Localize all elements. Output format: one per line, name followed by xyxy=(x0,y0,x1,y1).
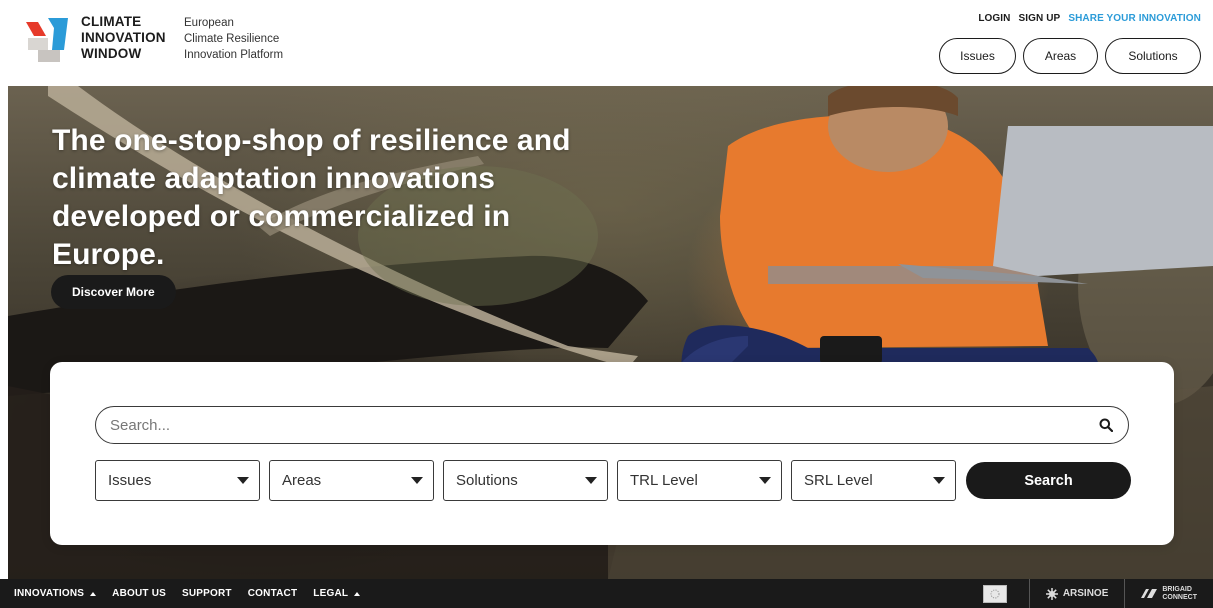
arsinoe-mark-icon xyxy=(1045,587,1058,600)
brand-line-3: WINDOW xyxy=(81,46,142,61)
nav-areas-button[interactable]: Areas xyxy=(1023,38,1098,74)
solutions-select[interactable]: Solutions xyxy=(443,460,608,501)
areas-select-label: Areas xyxy=(282,472,322,489)
chevron-down-icon xyxy=(411,477,423,484)
issues-select-label: Issues xyxy=(108,472,152,489)
brigaid-mark-icon xyxy=(1141,589,1158,598)
chevron-up-icon xyxy=(354,591,361,596)
arsinoe-logo[interactable]: ARSINOE xyxy=(1030,587,1125,600)
issues-select[interactable]: Issues xyxy=(95,460,260,501)
discover-more-button[interactable]: Discover More xyxy=(51,275,176,309)
search-button[interactable]: Search xyxy=(966,462,1131,499)
arsinoe-label: ARSINOE xyxy=(1062,588,1109,599)
solutions-select-label: Solutions xyxy=(456,472,518,489)
footer-legal-label: LEGAL xyxy=(313,588,349,599)
chevron-up-icon xyxy=(90,591,97,596)
footer-contact-link[interactable]: CONTACT xyxy=(248,588,298,599)
nav-issues-button[interactable]: Issues xyxy=(939,38,1016,74)
chevron-down-icon xyxy=(759,477,771,484)
brand-tagline: European Climate Resilience Innovation P… xyxy=(184,15,283,63)
search-bar[interactable] xyxy=(95,406,1129,444)
footer-legal-link[interactable]: LEGAL xyxy=(313,588,361,599)
brand-line-2: INNOVATION xyxy=(81,30,166,45)
login-link[interactable]: LOGIN xyxy=(978,13,1010,24)
climate-innovation-window-logo[interactable] xyxy=(24,14,74,64)
chevron-down-icon xyxy=(933,477,945,484)
connect-label: CONNECT xyxy=(1162,593,1197,601)
brigaid-label: BRIGAID xyxy=(1162,586,1192,593)
trl-level-select[interactable]: TRL Level xyxy=(617,460,782,501)
areas-select[interactable]: Areas xyxy=(269,460,434,501)
chevron-down-icon xyxy=(237,477,249,484)
main-nav: Issues Areas Solutions xyxy=(939,38,1201,74)
nav-solutions-button[interactable]: Solutions xyxy=(1105,38,1201,74)
eu-flag-icon xyxy=(982,584,1007,603)
partner-logos: ARSINOE BRIGAID CONNECT xyxy=(982,579,1213,608)
share-innovation-link[interactable]: SHARE YOUR INNOVATION xyxy=(1068,13,1201,24)
search-panel: Issues Areas Solutions TRL Level SRL Lev… xyxy=(50,362,1174,545)
tagline-line-1: European xyxy=(184,17,234,29)
footer-innovations-link[interactable]: INNOVATIONS xyxy=(14,588,97,599)
hero-title: The one-stop-shop of resilience and clim… xyxy=(52,124,571,271)
signup-link[interactable]: SIGN UP xyxy=(1019,13,1061,24)
filter-row: Issues Areas Solutions TRL Level SRL Lev… xyxy=(95,460,1131,501)
tagline-line-3: Innovation Platform xyxy=(184,49,284,61)
search-icon[interactable] xyxy=(1098,417,1114,433)
tagline-line-2: Climate Resilience xyxy=(184,33,280,45)
brand-name: CLIMATE INNOVATION WINDOW xyxy=(81,14,166,62)
chevron-down-icon xyxy=(585,477,597,484)
brigaid-connect-logo[interactable]: BRIGAID CONNECT xyxy=(1125,586,1213,601)
search-input[interactable] xyxy=(110,416,1098,434)
trl-level-select-label: TRL Level xyxy=(630,472,698,489)
footer-bar: INNOVATIONS ABOUT US SUPPORT CONTACT LEG… xyxy=(0,579,1213,608)
account-links: LOGIN SIGN UP SHARE YOUR INNOVATION xyxy=(978,13,1201,24)
srl-level-select[interactable]: SRL Level xyxy=(791,460,956,501)
footer-nav: INNOVATIONS ABOUT US SUPPORT CONTACT LEG… xyxy=(14,579,361,608)
footer-support-link[interactable]: SUPPORT xyxy=(182,588,232,599)
footer-innovations-label: INNOVATIONS xyxy=(14,588,85,599)
site-header: CLIMATE INNOVATION WINDOW European Clima… xyxy=(0,0,1213,86)
srl-level-select-label: SRL Level xyxy=(804,472,873,489)
brand-line-1: CLIMATE xyxy=(81,14,142,29)
footer-about-link[interactable]: ABOUT US xyxy=(112,588,166,599)
